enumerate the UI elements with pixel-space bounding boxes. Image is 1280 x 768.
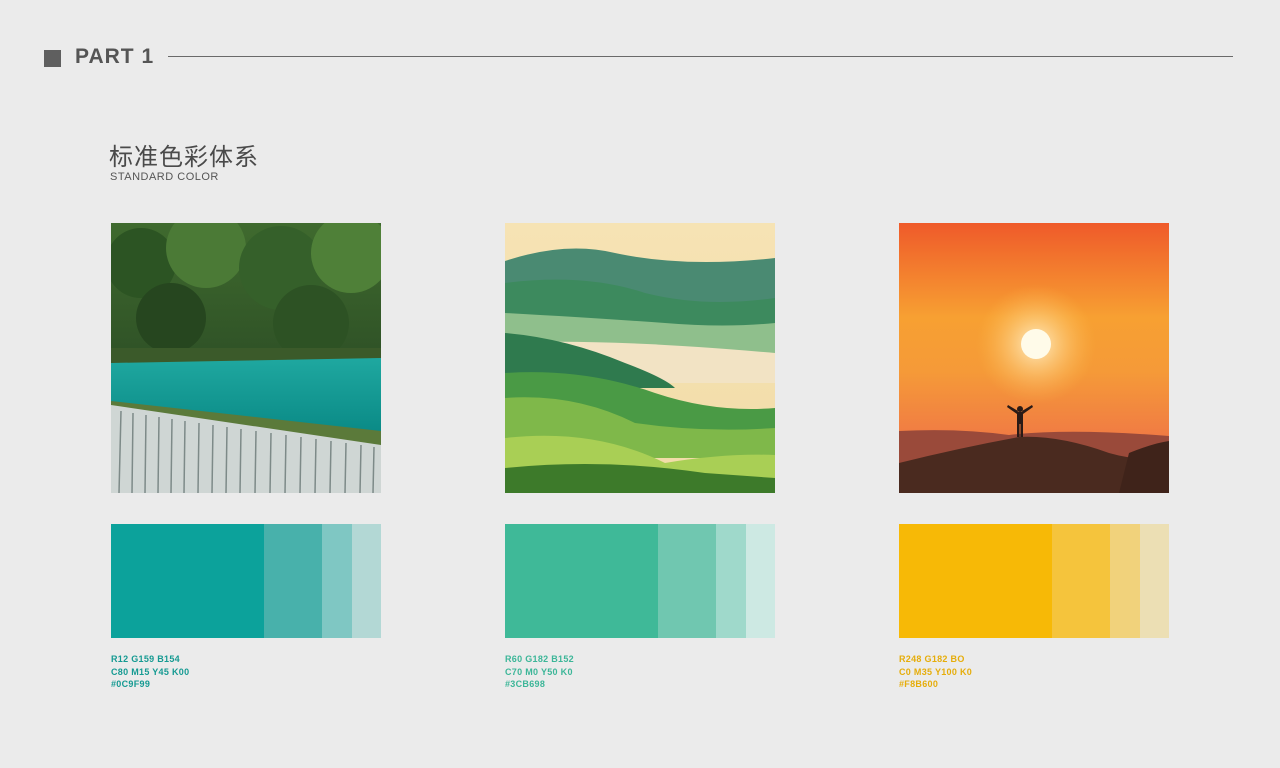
hex-code: #0C9F99	[111, 679, 151, 689]
rgb-code: R60 G182 B152	[505, 654, 574, 664]
swatch-tint-1	[264, 524, 322, 638]
swatch-primary	[899, 524, 1052, 638]
color-card-1: R12 G159 B154 C80 M15 Y45 K00 #0C9F99	[111, 223, 381, 691]
palette-strip-2	[505, 524, 775, 638]
swatch-tint-2	[716, 524, 746, 638]
palette-strip-1	[111, 524, 381, 638]
cmyk-code: C0 M35 Y100 K0	[899, 666, 973, 677]
hex-code: #F8B600	[899, 679, 939, 689]
swatch-primary	[505, 524, 658, 638]
color-codes-2: R60 G182 B152 C70 M0 Y50 K0 #3CB698	[505, 653, 775, 691]
color-card-2: R60 G182 B152 C70 M0 Y50 K0 #3CB698	[505, 223, 775, 691]
waterfall-lake-image	[111, 223, 381, 493]
palette-strip-3	[899, 524, 1169, 638]
sunset-silhouette-image	[899, 223, 1169, 493]
part-marker-square	[44, 50, 61, 67]
color-codes-3: R248 G182 BO C0 M35 Y100 K0 #F8B600	[899, 653, 1169, 691]
color-codes-1: R12 G159 B154 C80 M15 Y45 K00 #0C9F99	[111, 653, 381, 691]
rgb-code: R12 G159 B154	[111, 654, 180, 664]
hex-code: #3CB698	[505, 679, 546, 689]
swatch-tint-3	[1140, 524, 1169, 638]
swatch-tint-2	[1110, 524, 1140, 638]
swatch-tint-1	[1052, 524, 1110, 638]
cmyk-code: C80 M15 Y45 K00	[111, 666, 190, 677]
header-divider	[168, 56, 1233, 57]
swatch-tint-2	[322, 524, 352, 638]
rgb-code: R248 G182 BO	[899, 654, 965, 664]
swatch-tint-3	[746, 524, 775, 638]
swatch-tint-1	[658, 524, 716, 638]
swatch-primary	[111, 524, 264, 638]
green-hills-image	[505, 223, 775, 493]
section-title: 标准色彩体系	[109, 143, 259, 171]
section-subtitle: STANDARD COLOR	[110, 171, 219, 183]
swatch-tint-3	[352, 524, 381, 638]
part-title: PART 1	[75, 45, 155, 68]
color-card-3: R248 G182 BO C0 M35 Y100 K0 #F8B600	[899, 223, 1169, 691]
cmyk-code: C70 M0 Y50 K0	[505, 666, 573, 677]
